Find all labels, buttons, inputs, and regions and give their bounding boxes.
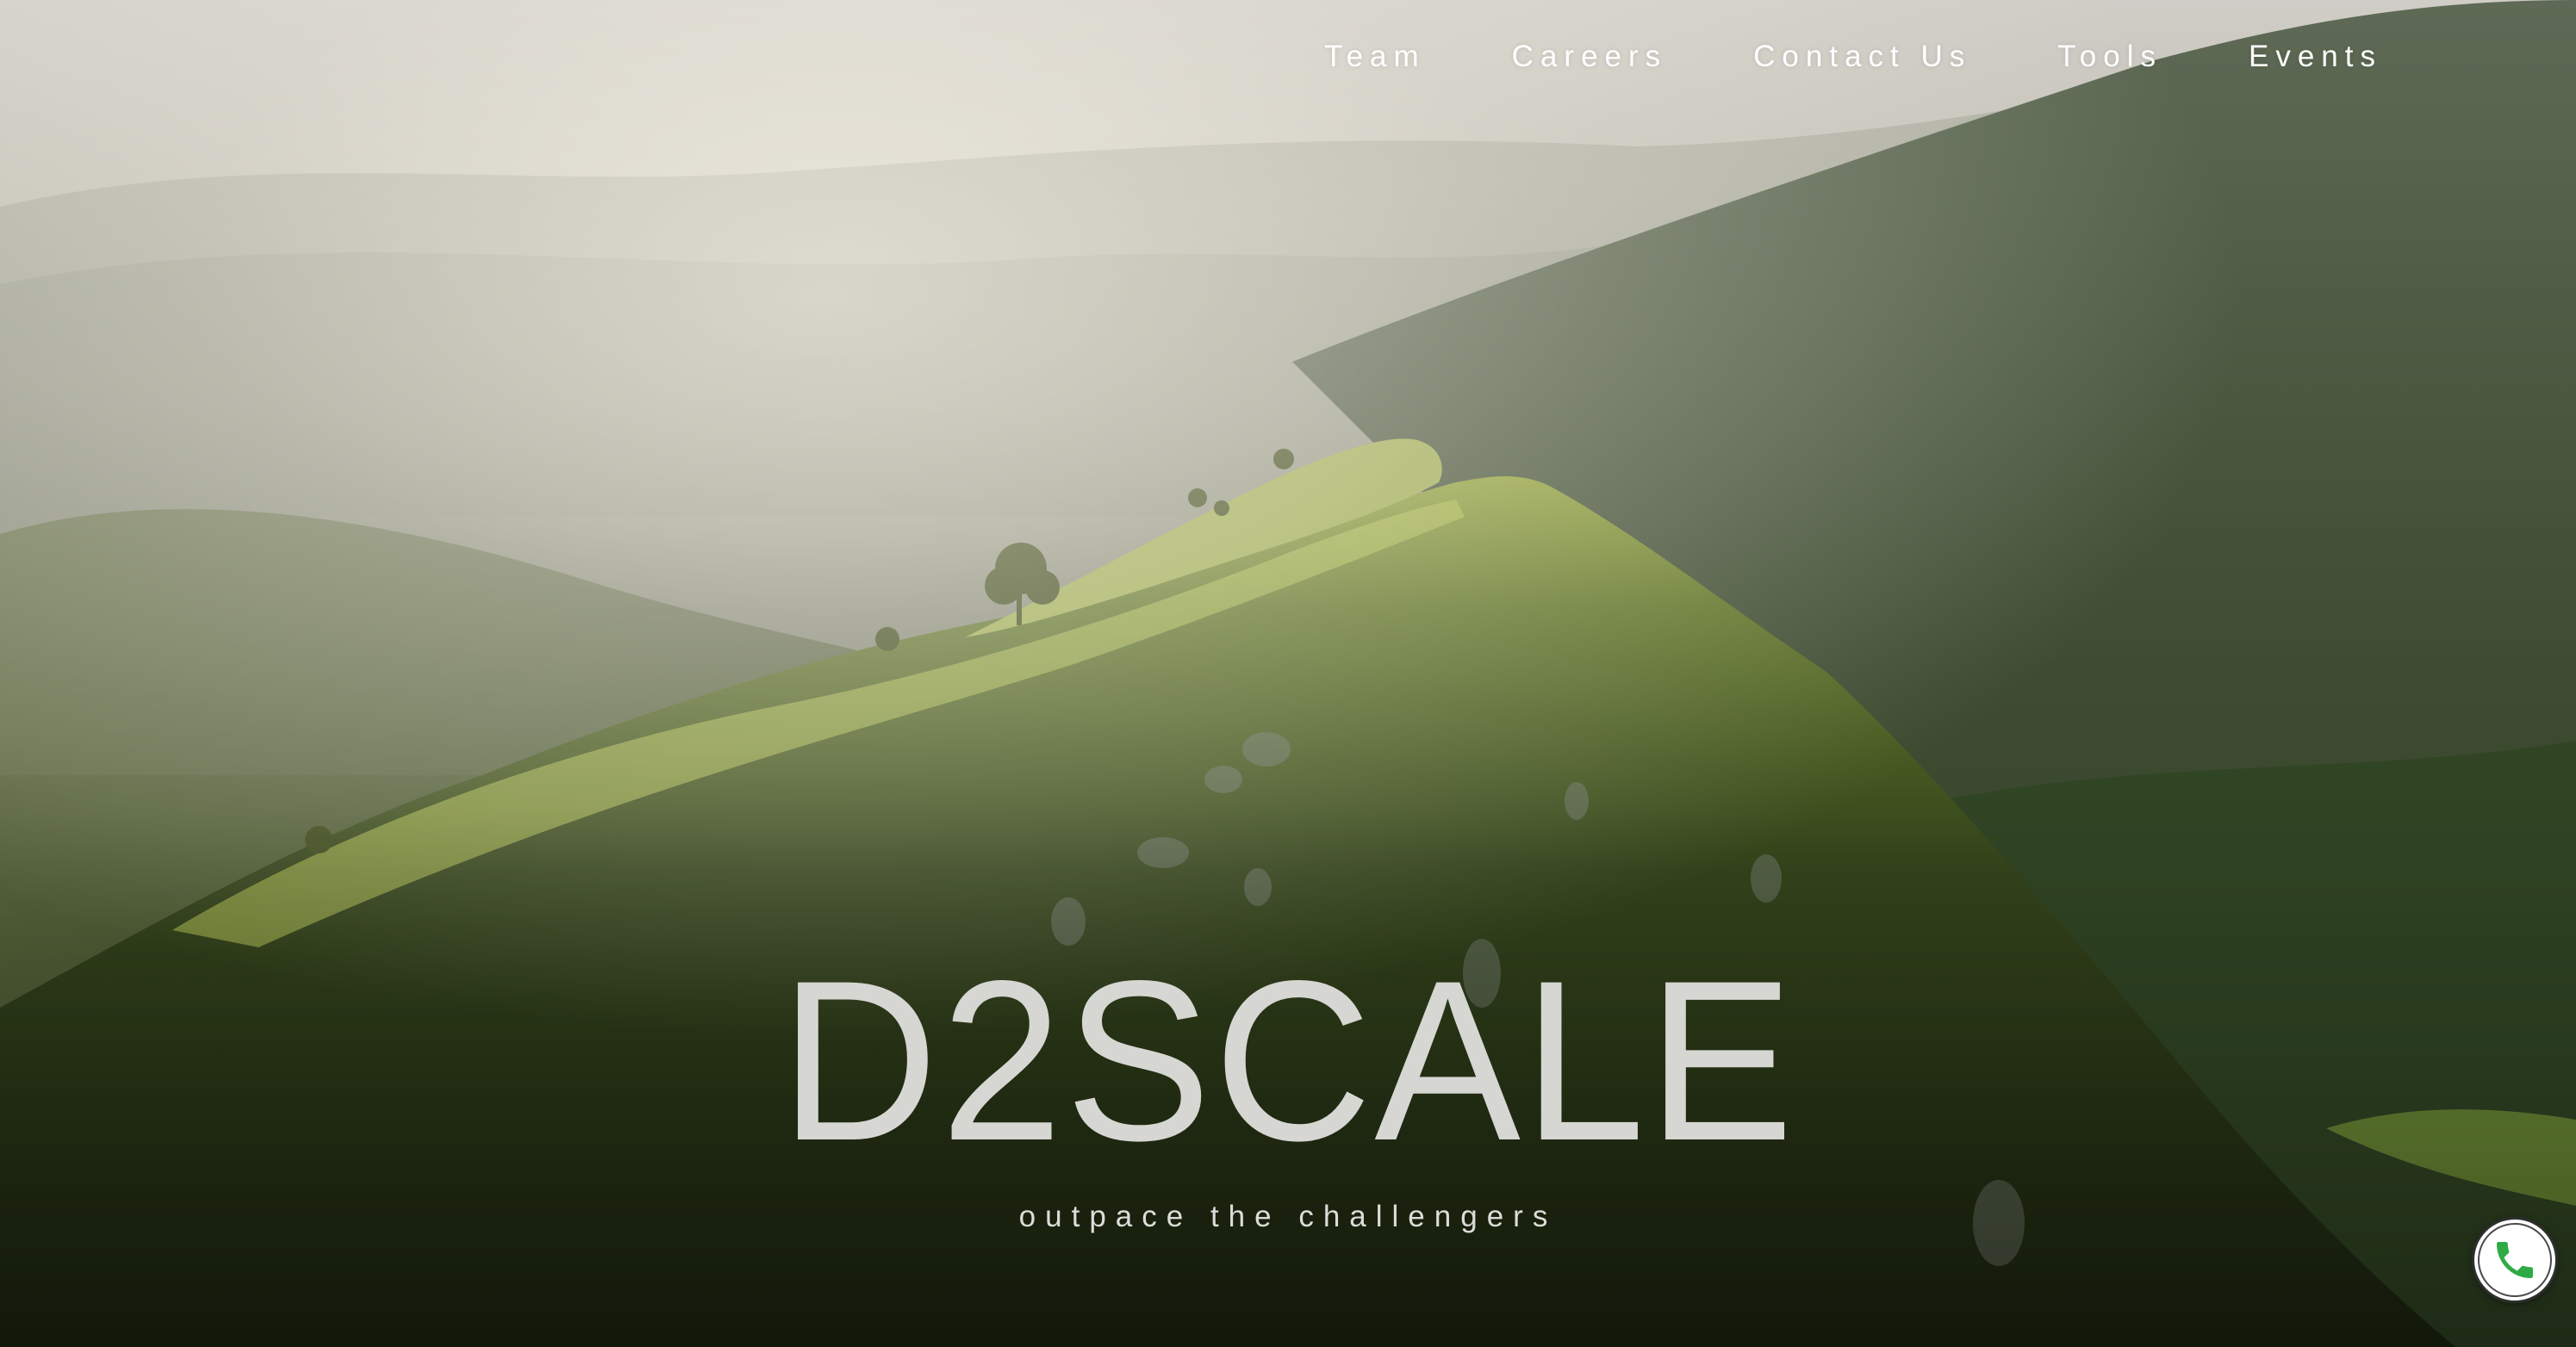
phone-icon-shape [2497,1242,2533,1278]
call-button-ring [2478,1223,2552,1297]
hero-brand: D2SCALE outpace the challengers [0,947,2576,1234]
brand-tagline: outpace the challengers [1018,1200,1558,1233]
call-button[interactable] [2472,1217,2558,1303]
nav-link-events[interactable]: Events [2249,40,2382,74]
nav-link-team[interactable]: Team [1324,40,1426,74]
nav-link-careers[interactable]: Careers [1512,40,1667,74]
nav-link-tools[interactable]: Tools [2057,40,2162,74]
brand-title: D2SCALE [780,934,1796,1189]
hero-section: Team Careers Contact Us Tools Events D2S… [0,0,2576,1347]
top-navigation: Team Careers Contact Us Tools Events [1324,40,2382,74]
phone-icon [2497,1242,2533,1278]
nav-link-contact-us[interactable]: Contact Us [1753,40,1971,74]
